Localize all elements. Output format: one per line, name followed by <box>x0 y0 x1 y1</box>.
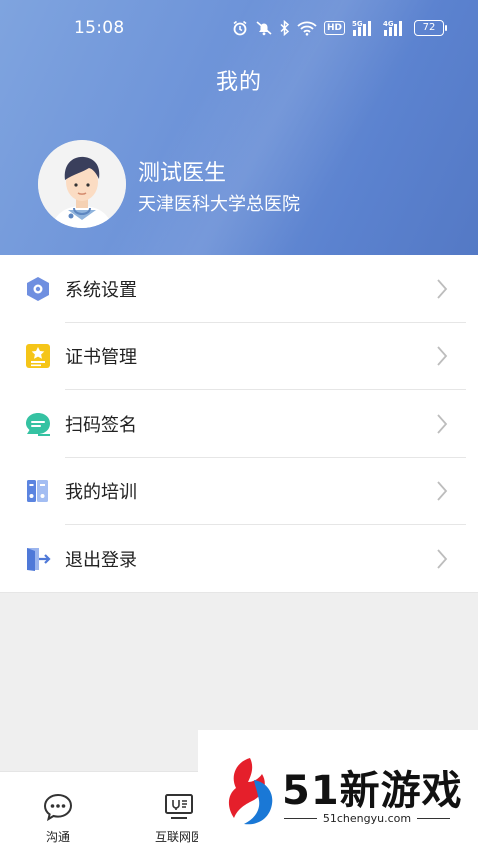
divider <box>417 818 450 819</box>
watermark-url-text: 51chengyu.com <box>322 812 412 825</box>
settings-hexagon-icon <box>24 275 52 303</box>
chevron-right-icon <box>436 413 448 435</box>
menu-item-my-training[interactable]: 我的培训 <box>0 458 478 525</box>
watermark-brand: 51新游戏 <box>282 768 463 814</box>
chevron-right-icon <box>436 345 448 367</box>
doctor-avatar[interactable] <box>38 140 126 228</box>
logout-door-icon <box>24 545 52 573</box>
watermark-url: 51chengyu.com <box>284 812 450 825</box>
menu-item-scan-signature[interactable]: 扫码签名 <box>0 390 478 458</box>
watermark-logo-icon <box>218 752 278 836</box>
menu-item-logout[interactable]: 退出登录 <box>0 525 478 593</box>
signature-icon <box>24 410 52 438</box>
status-bar: 15:08 HD 5G 4G 72 <box>0 16 478 42</box>
tab-chat[interactable]: 沟通 <box>28 772 88 850</box>
watermark-overlay: 51新游戏 51chengyu.com <box>198 730 478 850</box>
mute-bell-icon <box>255 18 273 38</box>
training-binder-icon <box>24 477 52 505</box>
menu-label: 退出登录 <box>65 549 137 571</box>
divider <box>284 818 317 819</box>
status-icons: HD 5G 4G 72 <box>232 18 447 38</box>
signal-4g-icon: 4G <box>383 18 407 38</box>
menu-item-certificate[interactable]: 证书管理 <box>0 323 478 390</box>
alarm-icon <box>232 18 248 38</box>
tab-label: 沟通 <box>45 830 70 844</box>
menu-label: 我的培训 <box>65 482 137 504</box>
menu-label: 扫码签名 <box>65 414 137 436</box>
svg-text:4G: 4G <box>383 20 394 28</box>
bluetooth-icon <box>280 18 290 38</box>
chevron-right-icon <box>436 548 448 570</box>
menu-label: 系统设置 <box>65 279 137 301</box>
user-hospital: 天津医科大学总医院 <box>138 194 300 215</box>
divider <box>0 591 478 593</box>
profile-header: 15:08 HD 5G 4G 72 我的 测试医生 天津医科大学总医院 <box>0 0 478 255</box>
chevron-right-icon <box>436 278 448 300</box>
chat-bubble-icon <box>42 792 74 822</box>
user-name: 测试医生 <box>138 161 227 186</box>
chevron-right-icon <box>436 480 448 502</box>
settings-menu: 系统设置 证书管理 扫码签名 我的培训 退出登录 <box>0 255 478 593</box>
menu-label: 证书管理 <box>65 347 137 369</box>
online-clinic-icon <box>163 792 195 822</box>
page-title: 我的 <box>215 70 262 95</box>
hd-icon: HD <box>323 21 345 35</box>
svg-text:5G: 5G <box>352 20 363 28</box>
menu-item-system-settings[interactable]: 系统设置 <box>0 255 478 323</box>
signal-5g-icon: 5G <box>352 18 376 38</box>
battery-icon: 72 <box>414 20 447 36</box>
status-time: 15:08 <box>74 18 125 38</box>
wifi-icon <box>297 18 317 38</box>
certificate-icon <box>24 342 52 370</box>
tab-label: 互联网医 <box>154 830 203 844</box>
